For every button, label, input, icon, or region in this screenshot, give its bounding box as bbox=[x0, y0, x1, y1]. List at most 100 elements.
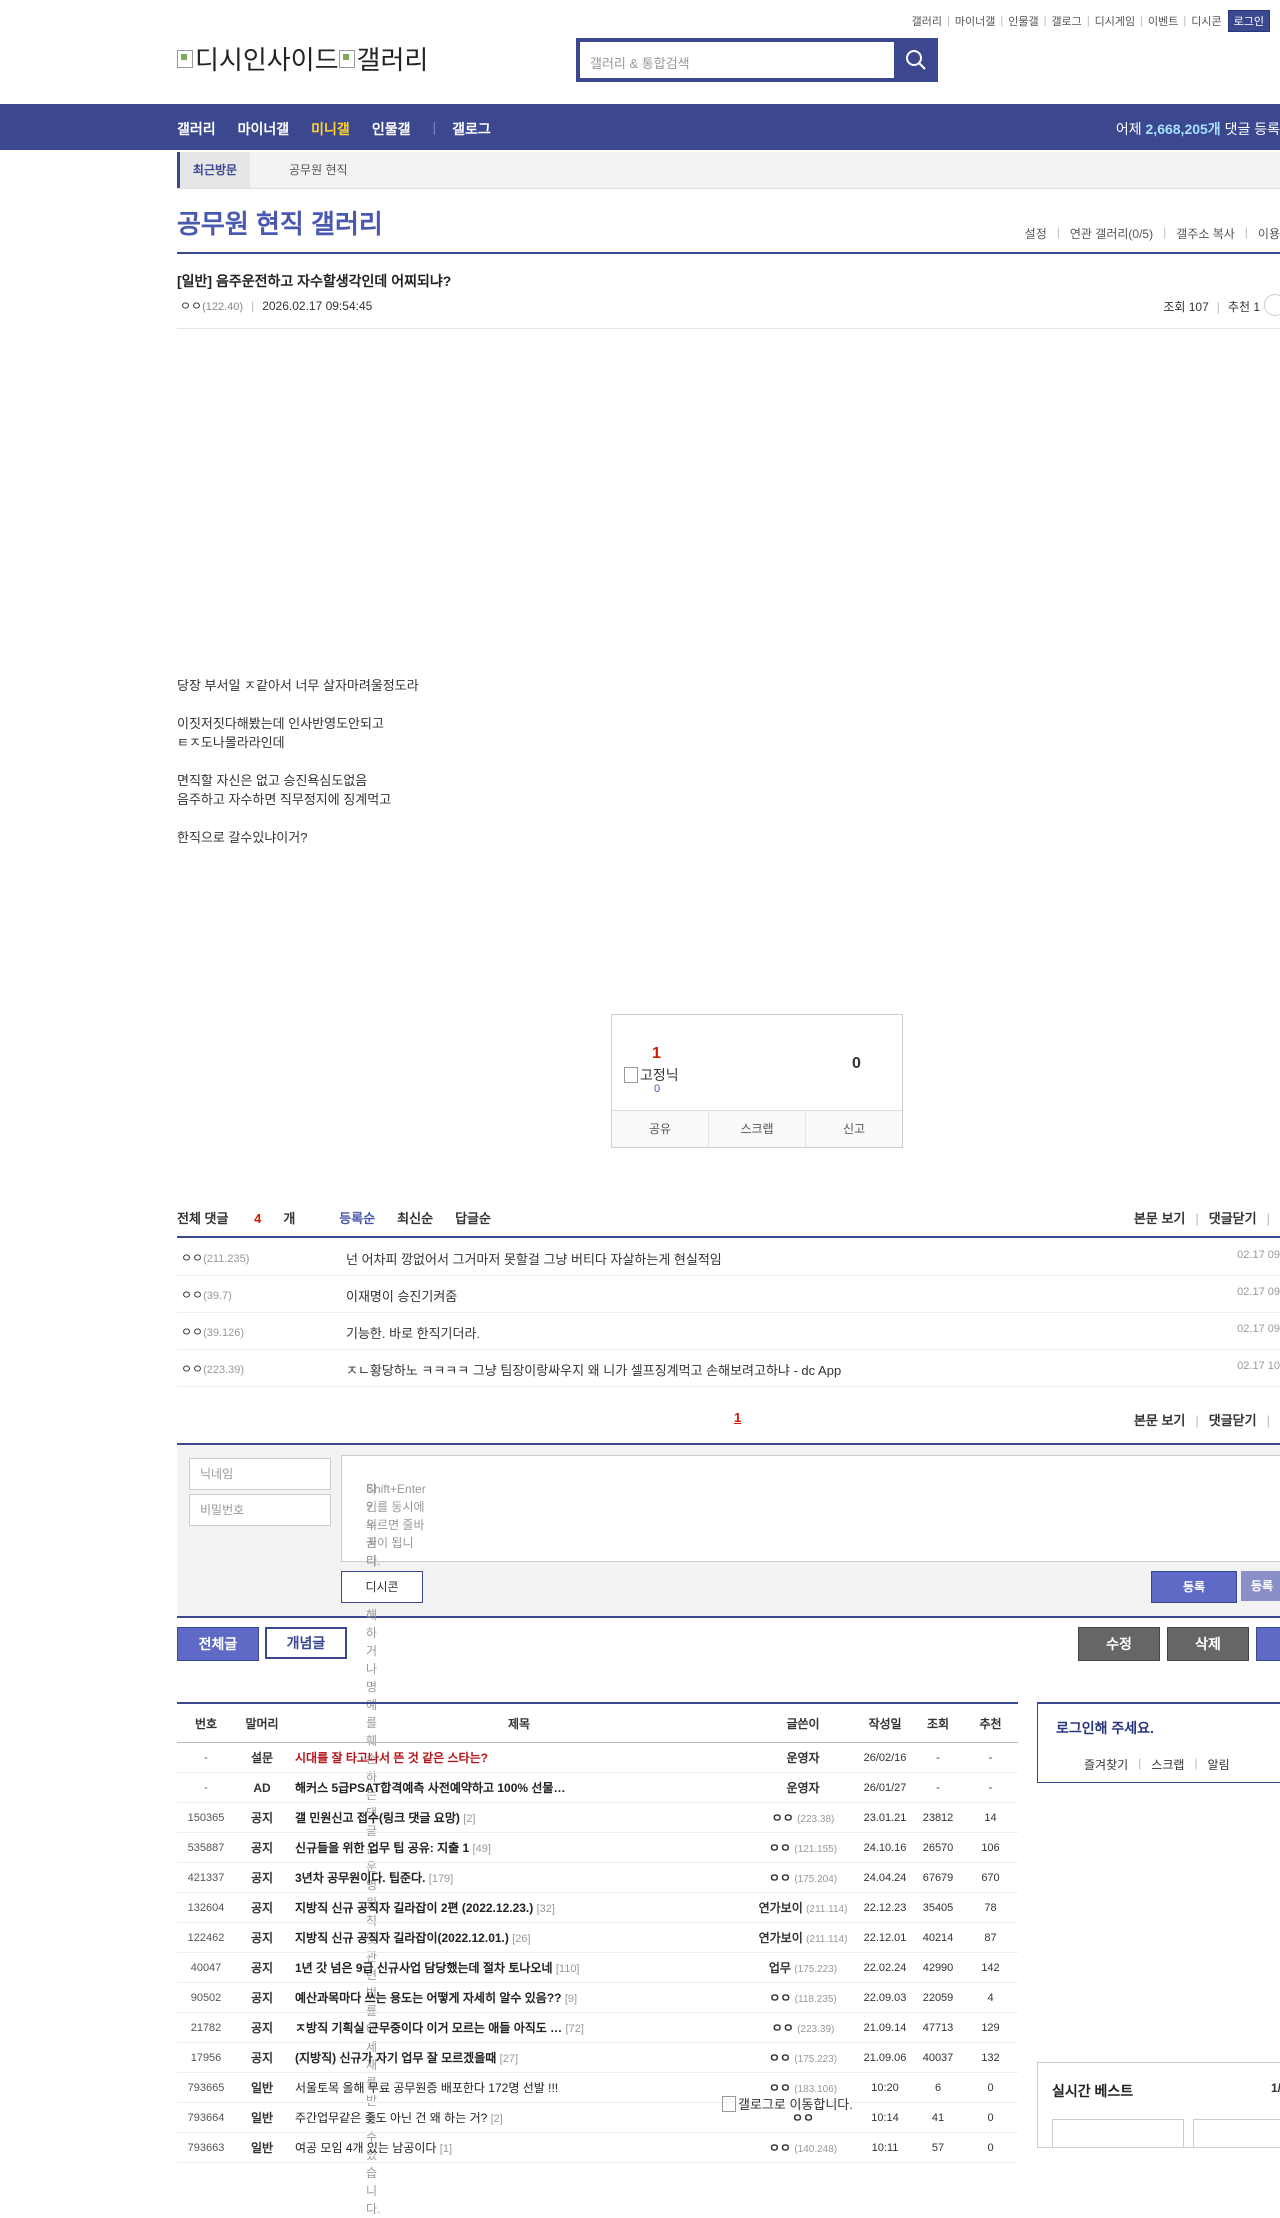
post-subject[interactable]: 서울토목 올해 무료 공무원증 배포한다 172명 선발 !!! bbox=[289, 2072, 749, 2103]
table-row[interactable]: 793663 일반 여공 모임 4개 있는 남공이다 [1] ㅇㅇ (140.248)… bbox=[177, 2132, 1018, 2163]
usage[interactable]: 이용 bbox=[1258, 225, 1280, 242]
reply-count[interactable]: [26] bbox=[512, 1933, 530, 1945]
comment-textarea[interactable]: 타인의 권리를 침해하거나 명예를 훼손하는 댓글은 운영원칙 및 관련 법률에… bbox=[341, 1455, 1280, 2216]
downvote-count[interactable]: 0 bbox=[852, 1055, 861, 1073]
login-button[interactable]: 로그인 bbox=[1227, 10, 1270, 32]
post-subject-text[interactable]: 지방직 신규 공직자 길라잡이(2022.12.01.) bbox=[295, 1931, 509, 1945]
upvote-count[interactable]: 1 bbox=[652, 1045, 661, 1063]
post-writer[interactable]: ㅇㅇ (175.223) bbox=[749, 2042, 857, 2073]
notification-link[interactable]: 알림 bbox=[1208, 1756, 1230, 1773]
post-subject[interactable]: 해커스 5급PSAT합격예측 사전예약하고 100% 선물… bbox=[289, 1772, 749, 1803]
post-subject-text[interactable]: 해커스 5급PSAT합격예측 사전예약하고 100% 선물… bbox=[295, 1781, 565, 1795]
comment-nick[interactable]: ㅇㅇ(223.39) bbox=[181, 1360, 244, 1377]
concept-posts-button[interactable]: 개념글 bbox=[265, 1627, 347, 1659]
reply-count[interactable]: [2] bbox=[463, 1813, 475, 1825]
view-body-button[interactable]: 본문 보기 bbox=[1134, 1413, 1185, 1428]
table-row[interactable]: 90502 공지 예산과목마다 쓰는 용도는 어떻게 자세히 알수 있음?? [9]… bbox=[177, 1982, 1018, 2013]
table-row[interactable]: 132604 공지 지방직 신규 공직자 길라잡이 2편 (2022.12.23.)… bbox=[177, 1892, 1018, 1923]
more-circle-icon[interactable] bbox=[1264, 294, 1280, 316]
post-subject-text[interactable]: 3년차 공무원이다. 팁준다. bbox=[295, 1871, 425, 1885]
scrap-link[interactable]: 스크랩 bbox=[1151, 1756, 1184, 1773]
table-row[interactable]: - 설문 시대를 잘 타고나서 뜬 것 같은 스타는? 운영자 26/02/16- - bbox=[177, 1742, 1018, 1773]
related-galleries[interactable]: 연관 갤러리(0/5) bbox=[1070, 225, 1153, 242]
post-writer[interactable]: ㅇㅇ (223.39) bbox=[749, 2012, 857, 2043]
post-nick[interactable]: ㅇㅇ bbox=[180, 299, 202, 313]
table-row[interactable]: 21782 공지 ㅈ방직 기획실 근무중이다 이거 모르는 애들 아직도 … [72… bbox=[177, 2012, 1018, 2043]
util-dccon[interactable]: 디시콘 bbox=[1191, 13, 1221, 29]
sort-latest[interactable]: 최신순 bbox=[397, 1208, 433, 1227]
post-subject-text[interactable]: 주간업무같은 좆도 아닌 건 왜 하는 거? bbox=[295, 2111, 487, 2125]
nickname-input[interactable]: 닉네임 bbox=[189, 1458, 331, 1490]
table-row[interactable]: 122462 공지 지방직 신규 공직자 길라잡이(2022.12.01.) [26… bbox=[177, 1922, 1018, 1953]
post-writer[interactable]: 업무 (175.223) bbox=[749, 1952, 857, 1983]
post-subject-text[interactable]: 시대를 잘 타고나서 뜬 것 같은 스타는? bbox=[295, 1751, 488, 1765]
post-subject[interactable]: 시대를 잘 타고나서 뜬 것 같은 스타는? bbox=[289, 1742, 749, 1773]
util-person[interactable]: 인물갤 bbox=[1008, 13, 1038, 29]
post-subject[interactable]: 갤 민원신고 접수(링크 댓글 요망) [2] bbox=[289, 1802, 749, 1833]
reply-count[interactable]: [49] bbox=[473, 1843, 491, 1855]
nav-mini[interactable]: 미니갤 bbox=[311, 119, 350, 139]
reply-count[interactable]: [179] bbox=[429, 1873, 453, 1885]
comment-nick[interactable]: ㅇㅇ(39.126) bbox=[181, 1323, 244, 1340]
post-subject-text[interactable]: ㅈ방직 기획실 근무중이다 이거 모르는 애들 아직도 … bbox=[295, 2021, 562, 2035]
util-galog[interactable]: 갤로그 bbox=[1051, 13, 1081, 29]
post-subject[interactable]: ㅈ방직 기획실 근무중이다 이거 모르는 애들 아직도 … [72] bbox=[289, 2012, 749, 2043]
table-row[interactable]: 150365 공지 갤 민원신고 접수(링크 댓글 요망) [2] ㅇㅇ (223.3… bbox=[177, 1802, 1018, 1833]
post-writer[interactable]: ㅇㅇ (121.155) bbox=[749, 1832, 857, 1863]
table-row[interactable]: 793665 일반 서울토목 올해 무료 공무원증 배포한다 172명 선발 !!!… bbox=[177, 2072, 1018, 2103]
reply-count[interactable]: [110] bbox=[556, 1963, 580, 1975]
post-subject-text[interactable]: 서울토목 올해 무료 공무원증 배포한다 172명 선발 !!! bbox=[295, 2081, 558, 2095]
reply-count[interactable]: [2] bbox=[491, 2113, 503, 2125]
write-button-partial[interactable] bbox=[1256, 1627, 1280, 1661]
post-subject-text[interactable]: 신규들을 위한 업무 팁 공유: 지출 1 bbox=[295, 1841, 469, 1855]
recent-visit-tab[interactable]: 최근방문 bbox=[177, 152, 250, 188]
post-subject[interactable]: 1년 갓 넘은 9급 신규사업 담당했는데 절차 토나오네 [110] bbox=[289, 1952, 749, 1983]
post-subject-text[interactable]: 예산과목마다 쓰는 용도는 어떻게 자세히 알수 있음?? bbox=[295, 1991, 562, 2005]
util-game[interactable]: 디시게임 bbox=[1095, 13, 1135, 29]
comment-nick[interactable]: ㅇㅇ(39.7) bbox=[181, 1286, 232, 1303]
close-comments-button[interactable]: 댓글닫기 bbox=[1209, 1211, 1257, 1226]
all-posts-button[interactable]: 전체글 bbox=[177, 1627, 259, 1661]
post-writer[interactable]: 연가보이 (211.114) bbox=[749, 1922, 857, 1953]
post-subject[interactable]: 여공 모임 4개 있는 남공이다 [1] bbox=[289, 2132, 749, 2163]
password-input[interactable]: 비밀번호 bbox=[189, 1494, 331, 1526]
scrap-button[interactable]: 스크랩 bbox=[708, 1111, 805, 1147]
comment-page-1[interactable]: 1 bbox=[734, 1410, 741, 1425]
submit-comment-button-2[interactable]: 등록 bbox=[1241, 1571, 1280, 1601]
share-button[interactable]: 공유 bbox=[612, 1111, 708, 1147]
post-subject[interactable]: (지방직) 신규가 자기 업무 잘 모르겠을때 [27] bbox=[289, 2042, 749, 2073]
delete-button[interactable]: 삭제 bbox=[1167, 1627, 1249, 1661]
reply-count[interactable]: [1] bbox=[440, 2143, 452, 2155]
reply-count[interactable]: [27] bbox=[500, 2053, 518, 2065]
post-subject[interactable]: 3년차 공무원이다. 팁준다. [179] bbox=[289, 1862, 749, 1893]
view-body-button[interactable]: 본문 보기 bbox=[1134, 1211, 1185, 1226]
gallery-title[interactable]: 공무원 현직 갤러리 bbox=[177, 204, 383, 241]
site-logo[interactable]: 디시인사이드 갤러리 bbox=[177, 40, 428, 77]
post-writer[interactable]: 연가보이 (211.114) bbox=[749, 1892, 857, 1923]
post-writer[interactable]: 운영자 bbox=[749, 1742, 857, 1773]
galog-link-image[interactable]: 갤로그로 이동합니다. bbox=[722, 2094, 853, 2113]
best-card[interactable] bbox=[1193, 2119, 1280, 2148]
table-row[interactable]: 40047 공지 1년 갓 넘은 9급 신규사업 담당했는데 절차 토나오네 [11… bbox=[177, 1952, 1018, 1983]
post-subject[interactable]: 지방직 신규 공직자 길라잡이 2편 (2022.12.23.) [32] bbox=[289, 1892, 749, 1923]
util-minor[interactable]: 마이너갤 bbox=[955, 13, 995, 29]
post-writer[interactable]: ㅇㅇ (223.38) bbox=[749, 1802, 857, 1833]
post-subject-text[interactable]: (지방직) 신규가 자기 업무 잘 모르겠을때 bbox=[295, 2051, 496, 2065]
nav-gallery[interactable]: 갤러리 bbox=[177, 119, 216, 139]
post-subject-text[interactable]: 여공 모임 4개 있는 남공이다 bbox=[295, 2141, 436, 2155]
close-comments-button[interactable]: 댓글닫기 bbox=[1209, 1413, 1257, 1428]
post-subject[interactable]: 예산과목마다 쓰는 용도는 어떻게 자세히 알수 있음?? [9] bbox=[289, 1982, 749, 2013]
comment-nick[interactable]: ㅇㅇ(211.235) bbox=[181, 1249, 249, 1266]
nav-galog[interactable]: 갤로그 bbox=[452, 119, 491, 139]
post-subject[interactable]: 신규들을 위한 업무 팁 공유: 지출 1 [49] bbox=[289, 1832, 749, 1863]
reply-count[interactable]: [32] bbox=[537, 1903, 555, 1915]
post-writer[interactable]: ㅇㅇ (118.235) bbox=[749, 1982, 857, 2013]
gallery-settings[interactable]: 설정 bbox=[1025, 225, 1047, 242]
table-row[interactable]: 793664 일반 주간업무같은 좆도 아닌 건 왜 하는 거? [2] ㅇㅇ 10:… bbox=[177, 2102, 1018, 2133]
post-subject[interactable]: 주간업무같은 좆도 아닌 건 왜 하는 거? [2] bbox=[289, 2102, 749, 2133]
post-subject[interactable]: 지방직 신규 공직자 길라잡이(2022.12.01.) [26] bbox=[289, 1922, 749, 1953]
util-gallery[interactable]: 갤러리 bbox=[912, 13, 942, 29]
sort-registered[interactable]: 등록순 bbox=[339, 1208, 375, 1227]
reply-count[interactable]: [72] bbox=[566, 2023, 584, 2035]
favorites-link[interactable]: 즐겨찾기 bbox=[1084, 1756, 1128, 1773]
